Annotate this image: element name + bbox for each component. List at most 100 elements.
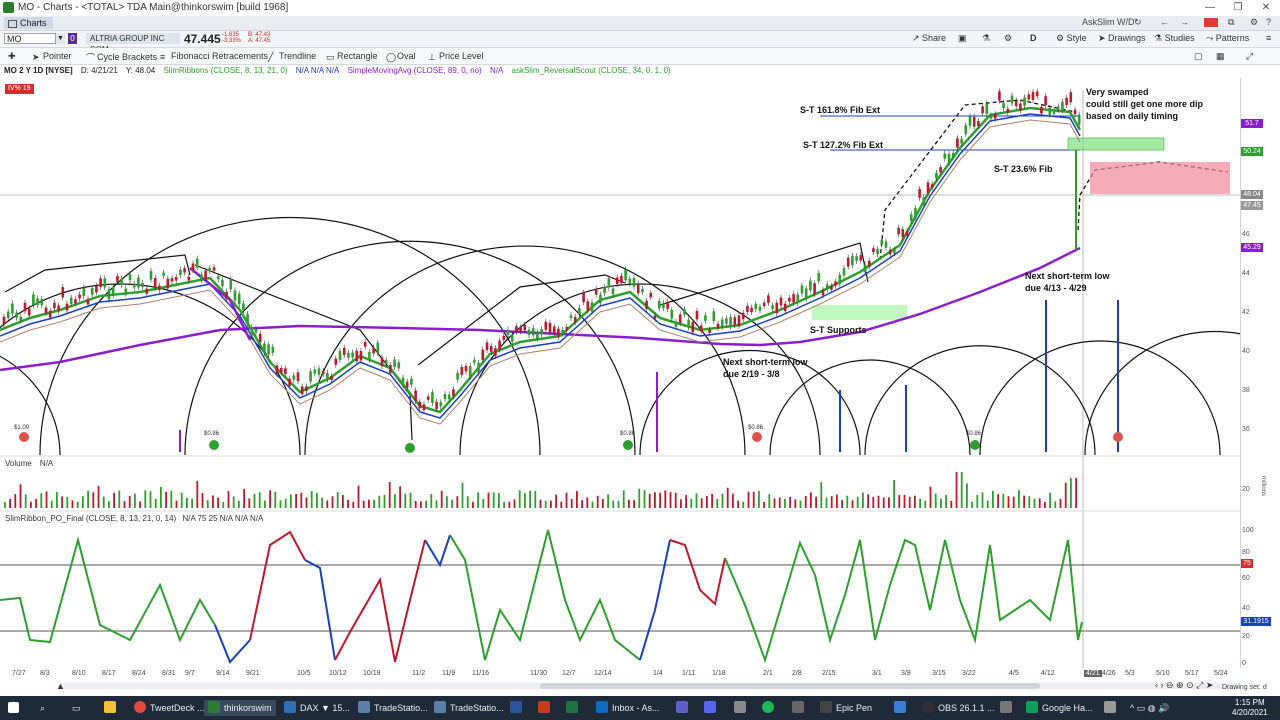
maximize-button[interactable]: ❐ xyxy=(1224,0,1252,16)
study-sma[interactable]: SimpleMovingAvg (CLOSE, 89, 0, no) xyxy=(348,66,482,75)
share-button[interactable]: ↗ Share xyxy=(912,33,946,44)
taskbar-google-hangouts[interactable]: Google Ha... xyxy=(1026,700,1093,716)
task-view-icon[interactable]: ▭ xyxy=(72,700,81,716)
excel-icon[interactable] xyxy=(566,700,582,716)
volume-bar xyxy=(50,500,53,508)
candle-body xyxy=(519,327,522,332)
candle-body xyxy=(872,248,875,253)
chart-canvas[interactable] xyxy=(0,78,1240,668)
app-icon[interactable] xyxy=(1000,700,1016,716)
study-reversal-scout[interactable]: askSlim_ReversalScout (CLOSE, 34, 0, 1, … xyxy=(512,66,671,75)
chevron-down-icon[interactable]: ▼ xyxy=(55,33,65,44)
expand-icon[interactable]: ⤢ xyxy=(1246,51,1253,62)
refresh-icon[interactable]: ↻ xyxy=(1134,17,1142,28)
volume-bar xyxy=(206,500,209,508)
app-icon[interactable] xyxy=(1104,700,1120,716)
candle-body xyxy=(1031,91,1035,100)
word-icon[interactable] xyxy=(510,700,526,716)
style-button[interactable]: ⚙ Style xyxy=(1056,33,1087,44)
system-clock[interactable]: 1:15 PM 4/20/2021 xyxy=(1232,698,1268,718)
volume-bar xyxy=(846,495,849,508)
help-icon[interactable]: ? xyxy=(1266,17,1271,27)
taskbar-epic-pen[interactable]: Epic Pen xyxy=(820,700,872,716)
taskbar-tradestation-1[interactable]: TradeStatio... xyxy=(358,700,428,716)
slim-ribbons xyxy=(0,106,1082,425)
aggregation-d-button[interactable]: D xyxy=(1030,33,1037,43)
taskbar-tradestation-2[interactable]: TradeStatio... xyxy=(434,700,504,716)
candle-body xyxy=(481,349,485,360)
windows-start-icon[interactable] xyxy=(8,700,23,716)
candle-body xyxy=(90,288,94,295)
collapse-icon[interactable]: ▲ xyxy=(56,681,65,691)
taskbar-tweetdeck[interactable]: TweetDeck ... xyxy=(134,700,205,716)
minimize-button[interactable]: — xyxy=(1196,0,1224,16)
candle-body xyxy=(632,278,636,287)
app-icon[interactable] xyxy=(792,700,808,716)
flask-icon[interactable]: ⚗ xyxy=(982,33,990,44)
study-slimribbons[interactable]: SlimRibbons (CLOSE, 8, 13, 21, 0) xyxy=(163,66,287,75)
patterns-button[interactable]: ⤳ Patterns xyxy=(1206,33,1249,44)
candle-body xyxy=(641,289,644,293)
app-icon[interactable] xyxy=(734,700,750,716)
price-tag-last: 47.45 xyxy=(1241,201,1263,210)
fibonacci-tool[interactable]: ≡ Fibonacci Retracements xyxy=(160,51,268,62)
volume-bar xyxy=(336,492,339,508)
search-icon[interactable]: ⌕ xyxy=(40,700,45,716)
spotify-icon[interactable] xyxy=(762,700,778,716)
candle-body xyxy=(733,317,737,326)
studies-icon: ⚗ xyxy=(1154,33,1165,43)
date-axis-tick: 4/26 xyxy=(1102,670,1116,677)
grid-icon[interactable]: ▦ xyxy=(1216,51,1225,62)
candle-body xyxy=(468,366,472,377)
teams-icon[interactable] xyxy=(676,700,692,716)
rectangle-tool[interactable]: ▭ Rectangle xyxy=(326,51,378,62)
price-level-icon: ⊥ xyxy=(428,52,436,62)
candle-body xyxy=(107,289,111,300)
candle-body xyxy=(334,358,338,365)
screenshot-icon[interactable]: ▣ xyxy=(958,33,967,44)
volume-bar xyxy=(368,499,370,508)
drawings-button[interactable]: ➤ Drawings xyxy=(1098,33,1146,44)
discord-icon[interactable] xyxy=(704,700,720,716)
scrollbar-thumb[interactable] xyxy=(540,683,1040,689)
trendline-tool[interactable]: ╱ Trendline xyxy=(268,51,316,62)
candle-body xyxy=(36,298,39,306)
oval-tool[interactable]: ◯Oval xyxy=(386,51,416,62)
pointer-tool[interactable]: ➤ Pointer xyxy=(32,51,72,62)
back-arrow-icon[interactable]: ← xyxy=(1160,17,1169,27)
taskbar-thinkorswim[interactable]: thinkorswim xyxy=(204,700,276,716)
price-level-tool[interactable]: ⊥ Price Level xyxy=(428,51,484,62)
file-explorer-icon[interactable] xyxy=(104,700,120,716)
candle-body xyxy=(27,308,31,316)
taskbar-inbox[interactable]: Inbox - As... xyxy=(596,700,660,716)
menu-icon[interactable]: ≡ xyxy=(1266,33,1271,43)
volume-bar xyxy=(1033,498,1036,508)
link-icon[interactable]: ⧉ xyxy=(1228,17,1234,28)
volume-bar xyxy=(903,494,906,508)
tray-icons[interactable]: ^ ▭ ◍ 🔊 xyxy=(1130,700,1169,716)
studies-button[interactable]: ⚗ Studies xyxy=(1154,33,1195,44)
pin-icon[interactable]: ✚ xyxy=(8,51,16,62)
app-icon[interactable] xyxy=(894,700,910,716)
settings-icon[interactable]: ⚙ xyxy=(1250,17,1258,28)
candle-body xyxy=(863,264,867,272)
volume-bar xyxy=(258,492,261,508)
symbol-link-badge[interactable]: 0 xyxy=(68,33,77,44)
taskbar-dax[interactable]: DAX ▼ 15... xyxy=(284,700,350,716)
close-button[interactable]: ✕ xyxy=(1252,0,1280,16)
square-icon[interactable]: ▢ xyxy=(1194,51,1203,62)
taskbar-obs[interactable]: OBS 26.1.1 ... xyxy=(922,700,995,716)
dividend-marker xyxy=(405,443,415,453)
candle-body xyxy=(250,327,254,336)
volume-bar xyxy=(565,492,568,508)
zoom-controls[interactable]: ‹ › ⊖ ⊕ ⊙ ⤢ ➤ xyxy=(1155,680,1213,691)
color-flag-icon[interactable] xyxy=(1204,18,1218,27)
cycle-brackets-tool[interactable]: ⌒ Cycle Brackets xyxy=(86,51,157,63)
powerpoint-icon[interactable] xyxy=(538,700,554,716)
date-axis-tick: 1/4 xyxy=(653,670,663,677)
candle-body xyxy=(166,278,170,289)
symbol-row: MO ▼ 0 ALTRIA GROUP INC COM 47.445 -1.63… xyxy=(0,31,1280,54)
gear-icon[interactable]: ⚙ xyxy=(1004,33,1012,44)
forward-arrow-icon[interactable]: → xyxy=(1180,17,1189,27)
tab-charts[interactable]: Charts xyxy=(4,17,53,29)
